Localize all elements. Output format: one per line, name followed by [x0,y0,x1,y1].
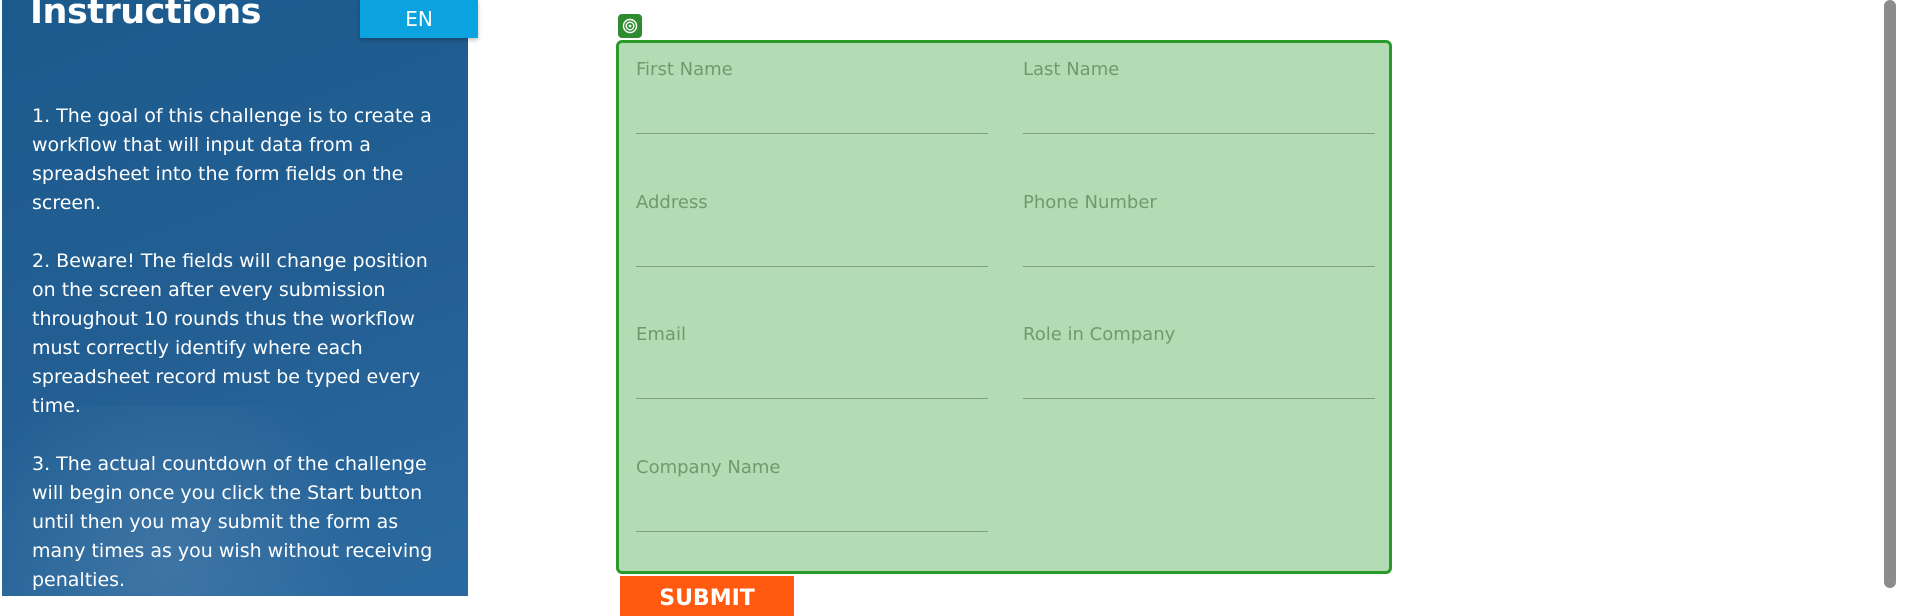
instruction-step-3: 3. The actual countdown of the challenge… [32,453,433,591]
company-name-label: Company Name [636,457,781,478]
email-input[interactable] [636,356,988,399]
target-icon [618,14,642,38]
address-input[interactable] [636,224,988,267]
email-label: Email [636,324,686,345]
instructions-steps: 1. The goal of this challenge is to crea… [32,102,442,596]
phone-number-label: Phone Number [1023,192,1157,213]
scrollbar-thumb[interactable] [1884,0,1896,588]
first-name-label: First Name [636,59,733,80]
company-name-field: Company Name [636,447,988,547]
instructions-title: Instructions [30,0,261,32]
last-name-field: Last Name [1023,49,1375,149]
address-label: Address [636,192,708,213]
first-name-input[interactable] [636,91,988,134]
company-name-input[interactable] [636,489,988,532]
first-name-field: First Name [636,49,988,149]
submit-button[interactable]: SUBMIT [620,576,794,616]
role-in-company-field: Role in Company [1023,314,1375,414]
role-in-company-input[interactable] [1023,356,1375,399]
phone-number-field: Phone Number [1023,182,1375,282]
language-button[interactable]: EN [360,0,478,38]
instruction-step-2: 2. Beware! The fields will change positi… [32,250,428,417]
phone-number-input[interactable] [1023,224,1375,267]
instruction-step-1: 1. The goal of this challenge is to crea… [32,105,432,214]
data-entry-form: First Name Last Name Address Phone Numbe… [616,40,1392,574]
email-field: Email [636,314,988,414]
address-field: Address [636,182,988,282]
last-name-input[interactable] [1023,91,1375,134]
role-in-company-label: Role in Company [1023,324,1176,345]
instructions-panel: Instructions 1. The goal of this challen… [2,0,468,596]
last-name-label: Last Name [1023,59,1120,80]
